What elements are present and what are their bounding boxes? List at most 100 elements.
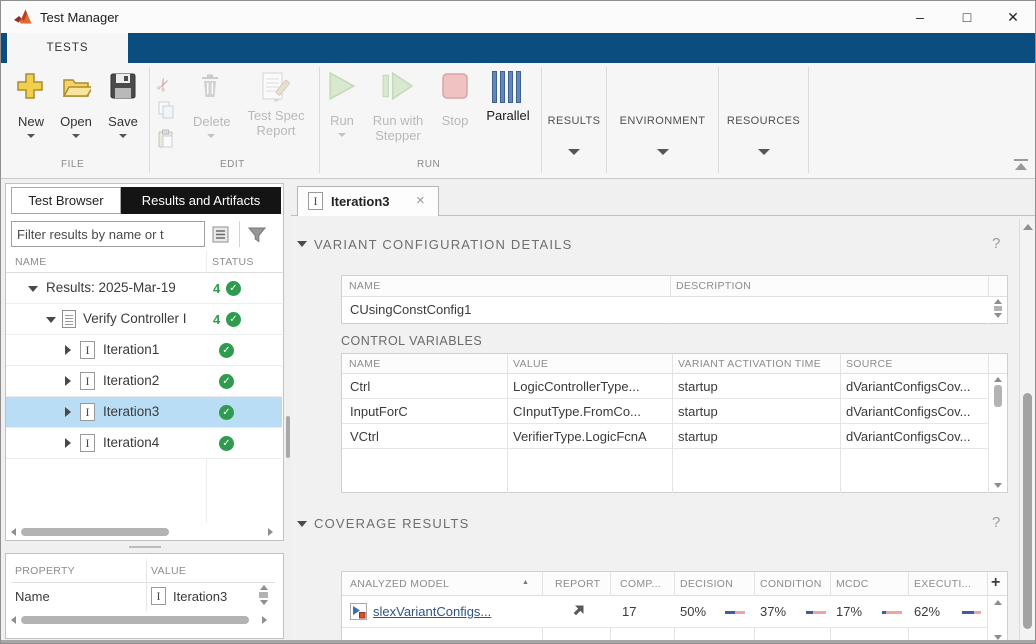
property-h-scrollbar[interactable] xyxy=(9,613,271,627)
sort-ascending-icon[interactable]: ▲ xyxy=(522,579,529,586)
scroll-left-arrow[interactable] xyxy=(11,616,16,624)
expand-caret-icon[interactable] xyxy=(28,286,38,292)
delete-button[interactable]: Delete xyxy=(193,73,229,138)
scroll-up-arrow[interactable] xyxy=(994,377,1002,382)
tab-tests[interactable]: TESTS xyxy=(7,33,128,63)
collapse-toolstrip-button[interactable] xyxy=(1013,159,1029,170)
copy-icon[interactable] xyxy=(158,101,175,119)
control-variables-title: CONTROL VARIABLES xyxy=(341,334,482,348)
filter-results-input[interactable] xyxy=(11,221,205,247)
parallel-bars-icon xyxy=(492,71,533,103)
collapse-caret-icon[interactable] xyxy=(65,438,71,448)
cov-col-model[interactable]: ANALYZED MODEL xyxy=(350,578,449,590)
tree-row-iteration1[interactable]: I Iteration1 ✓ xyxy=(6,335,282,366)
scroll-thumb[interactable] xyxy=(1023,393,1032,629)
tab-test-browser[interactable]: Test Browser xyxy=(11,187,121,214)
scroll-down-arrow[interactable] xyxy=(994,313,1002,318)
tree-row-verify-controller[interactable]: Verify Controller I 4 ✓ xyxy=(6,304,282,335)
iteration-icon: I xyxy=(308,192,323,210)
save-dropdown-caret[interactable] xyxy=(119,134,127,138)
variant-help-icon[interactable]: ? xyxy=(992,235,1000,252)
scroll-thumb[interactable] xyxy=(259,592,268,598)
parallel-button[interactable]: Parallel xyxy=(483,71,533,123)
scroll-up-arrow[interactable] xyxy=(994,600,1002,605)
paste-icon[interactable] xyxy=(157,129,175,149)
collapse-caret-icon[interactable] xyxy=(65,407,71,417)
config-name-cell: CUsingConstConfig1 xyxy=(350,302,471,317)
collapse-caret-icon[interactable] xyxy=(65,376,71,386)
add-column-button[interactable]: + xyxy=(991,574,1000,592)
cov-col-execution[interactable]: EXECUTI... xyxy=(914,578,971,590)
property-v-scrollbar[interactable] xyxy=(255,583,272,611)
property-row-name[interactable]: Name I Iteration3 xyxy=(11,583,275,611)
filter-button[interactable] xyxy=(245,223,268,246)
pass-check-icon: ✓ xyxy=(226,281,241,296)
scroll-down-arrow[interactable] xyxy=(994,483,1002,488)
expand-caret-icon[interactable] xyxy=(46,317,56,323)
scroll-thumb[interactable] xyxy=(994,306,1002,311)
scroll-up-arrow[interactable] xyxy=(994,299,1002,304)
horizontal-splitter-handle[interactable] xyxy=(129,546,161,548)
collapse-caret-icon[interactable] xyxy=(65,345,71,355)
scroll-thumb[interactable] xyxy=(21,528,169,536)
tree-row-iteration4[interactable]: I Iteration4 ✓ xyxy=(6,428,282,459)
cov-col-condition[interactable]: CONDITION xyxy=(760,578,822,590)
tab-results-and-artifacts[interactable]: Results and Artifacts xyxy=(121,187,281,214)
new-button[interactable]: New xyxy=(11,71,51,138)
environment-group-button[interactable]: ENVIRONMENT xyxy=(607,67,718,173)
tree-h-scrollbar[interactable] xyxy=(9,525,277,539)
results-group-button[interactable]: RESULTS xyxy=(542,67,606,173)
tree-header-row: NAME STATUS xyxy=(6,251,283,273)
config-row[interactable]: CUsingConstConfig1 xyxy=(342,297,1007,323)
scroll-left-arrow[interactable] xyxy=(11,528,16,536)
close-button[interactable]: ✕ xyxy=(998,5,1028,29)
resources-group-button[interactable]: RESOURCES xyxy=(719,67,808,173)
pass-check-icon: ✓ xyxy=(226,312,241,327)
control-row[interactable]: VCtrl VerifierType.LogicFcnA startup dVa… xyxy=(342,424,988,449)
results-list-view-button[interactable] xyxy=(209,223,232,246)
open-dropdown-caret[interactable] xyxy=(72,134,80,138)
new-dropdown-caret[interactable] xyxy=(27,134,35,138)
control-v-scrollbar[interactable] xyxy=(989,374,1007,492)
run-with-stepper-button[interactable]: Run with Stepper xyxy=(367,71,429,143)
cov-col-mcdc[interactable]: MCDC xyxy=(836,578,869,590)
tab-iteration3[interactable]: I Iteration3 × xyxy=(297,186,439,216)
tree-row-iteration3-selected[interactable]: I Iteration3 ✓ xyxy=(6,397,282,428)
scroll-thumb[interactable] xyxy=(21,616,249,624)
maximize-button[interactable]: □ xyxy=(952,5,982,29)
cov-col-report[interactable]: REPORT xyxy=(555,578,600,590)
cov-col-decision[interactable]: DECISION xyxy=(680,578,733,590)
decision-cell: 50% xyxy=(680,604,706,619)
col-value: VALUE xyxy=(151,565,186,577)
variant-section-collapse[interactable] xyxy=(297,241,307,247)
coverage-v-scrollbar[interactable] xyxy=(989,598,1007,644)
cov-col-complexity[interactable]: COMP... xyxy=(620,578,661,590)
vertical-splitter-handle[interactable] xyxy=(286,416,290,458)
coverage-row[interactable]: slexVariantConfigs... 17 50% 37% 17% 62% xyxy=(342,596,987,628)
tree-row-results[interactable]: Results: 2025-Mar-19 4 ✓ xyxy=(6,273,282,304)
analyzed-model-link[interactable]: slexVariantConfigs... xyxy=(373,604,491,619)
window-title: Test Manager xyxy=(40,10,119,25)
iteration-icon: I xyxy=(80,434,95,452)
coverage-section-collapse[interactable] xyxy=(297,521,307,527)
minimize-button[interactable]: – xyxy=(905,5,935,29)
coverage-help-icon[interactable]: ? xyxy=(992,514,1000,531)
control-row[interactable]: InputForC CInputType.FromCo... startup d… xyxy=(342,399,988,424)
scroll-thumb[interactable] xyxy=(994,385,1002,407)
control-row[interactable]: Ctrl LogicControllerType... startup dVar… xyxy=(342,374,988,399)
open-button[interactable]: Open xyxy=(55,71,97,138)
scroll-right-arrow[interactable] xyxy=(268,528,273,536)
scroll-up-arrow[interactable] xyxy=(260,585,268,590)
tree-row-iteration2[interactable]: I Iteration2 ✓ xyxy=(6,366,282,397)
save-button[interactable]: Save xyxy=(103,71,143,138)
run-button[interactable]: Run xyxy=(325,71,359,137)
tab-close-icon[interactable]: × xyxy=(416,192,425,209)
config-v-scrollbar[interactable] xyxy=(989,298,1007,323)
main-v-scrollbar[interactable] xyxy=(1019,219,1035,641)
scroll-right-arrow[interactable] xyxy=(262,616,267,624)
stop-button[interactable]: Stop xyxy=(439,71,471,128)
scroll-down-arrow[interactable] xyxy=(260,600,268,605)
open-report-arrow-icon[interactable] xyxy=(570,604,585,619)
scroll-up-arrow[interactable] xyxy=(1023,224,1033,230)
test-spec-report-button[interactable]: Test Spec Report xyxy=(241,71,311,138)
